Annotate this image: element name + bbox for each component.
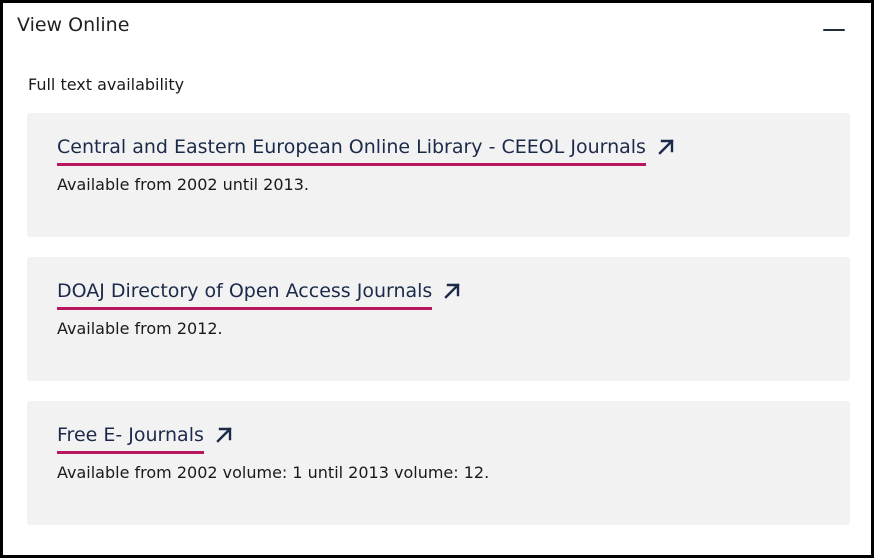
external-link-icon xyxy=(444,283,461,299)
source-link-text: Central and Eastern European Online Libr… xyxy=(57,134,646,166)
source-card: Free E- Journals Available from 2002 vol… xyxy=(27,401,850,525)
source-link-text: Free E- Journals xyxy=(57,422,204,454)
source-link[interactable]: Central and Eastern European Online Libr… xyxy=(57,134,676,166)
minus-icon xyxy=(823,29,845,31)
external-link-icon xyxy=(216,427,232,443)
availability-text: Available from 2002 until 2013. xyxy=(57,175,309,194)
collapse-button[interactable] xyxy=(819,15,849,39)
source-link[interactable]: Free E- Journals xyxy=(57,422,234,454)
source-card: DOAJ Directory of Open Access Journals A… xyxy=(27,257,850,381)
external-link-icon xyxy=(658,139,674,155)
view-online-panel: View Online Full text availability Centr… xyxy=(0,0,874,558)
section-label: Full text availability xyxy=(28,75,185,94)
availability-text: Available from 2002 volume: 1 until 2013… xyxy=(57,463,490,482)
source-card: Central and Eastern European Online Libr… xyxy=(27,113,850,237)
source-link-text: DOAJ Directory of Open Access Journals xyxy=(57,278,433,310)
source-link[interactable]: DOAJ Directory of Open Access Journals xyxy=(57,278,462,310)
panel-title: View Online xyxy=(17,14,130,36)
panel-header: View Online xyxy=(15,13,859,41)
availability-text: Available from 2012. xyxy=(57,319,223,338)
